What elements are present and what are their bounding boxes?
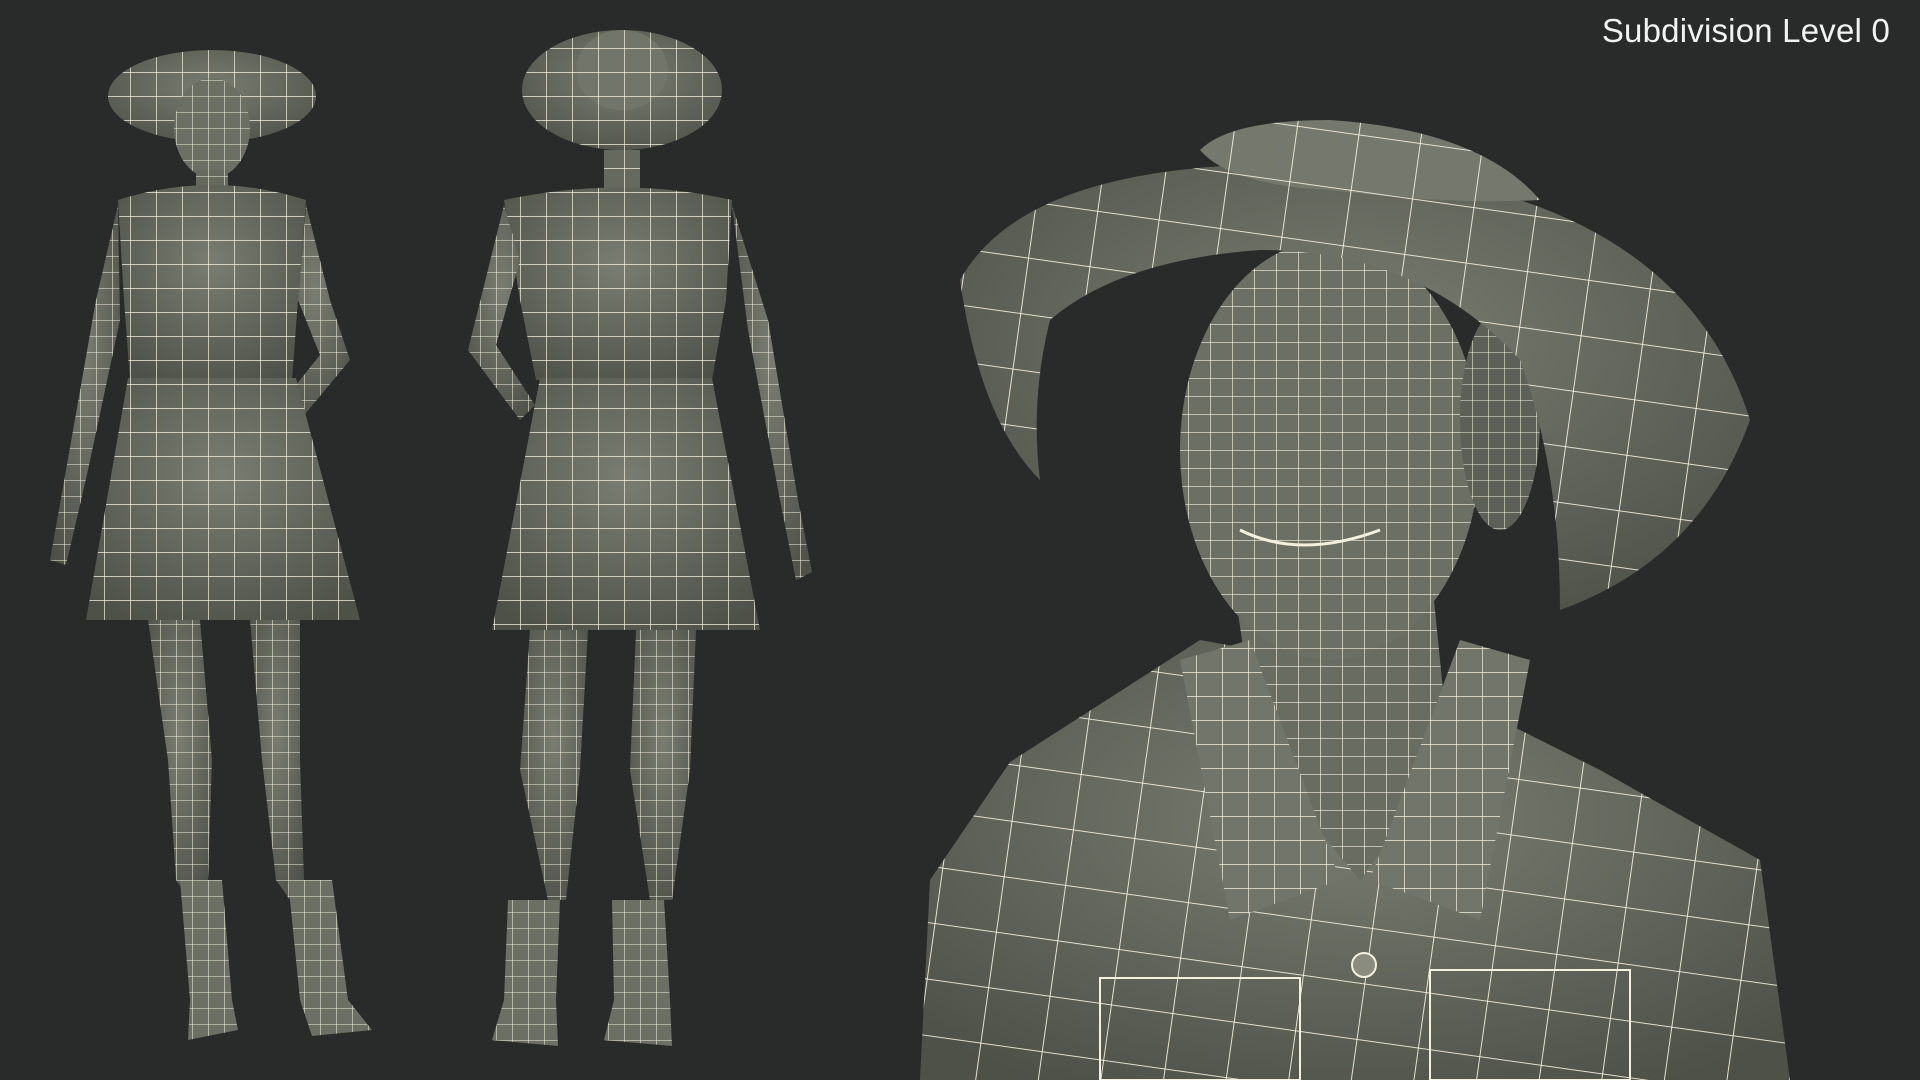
subdivision-level-label: Subdivision Level 0 [1601,12,1890,49]
back-view-figure [468,30,812,1046]
wireframe-renders [50,30,1790,1080]
render-viewport: Subdivision Level 0 [0,0,1920,1080]
front-view-figure [50,50,372,1040]
closeup-view [920,120,1790,1080]
